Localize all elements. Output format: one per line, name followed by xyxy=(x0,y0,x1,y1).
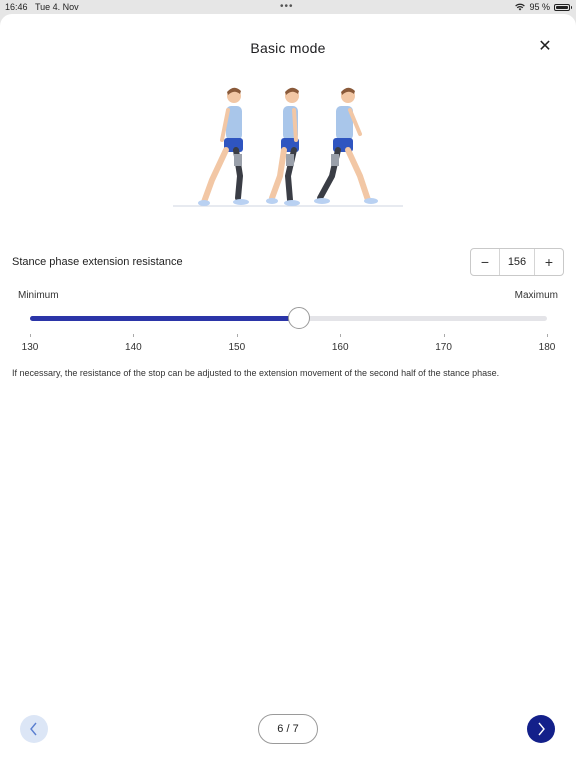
page-title: Basic mode xyxy=(250,40,326,56)
close-icon[interactable]: ✕ xyxy=(536,38,554,56)
slider-tick xyxy=(30,334,31,337)
status-bar: 16:46 Tue 4. Nov ••• 95 % xyxy=(0,0,576,14)
status-right: 95 % xyxy=(515,2,572,12)
wifi-icon xyxy=(515,3,526,11)
walking-prosthesis-illustration xyxy=(173,87,403,207)
increment-button[interactable]: + xyxy=(535,249,563,275)
battery-icon xyxy=(554,3,572,11)
status-time: 16:46 xyxy=(5,2,28,12)
stepper-value[interactable]: 156 xyxy=(499,249,535,275)
decrement-button[interactable]: − xyxy=(471,249,499,275)
resistance-stepper: − 156 + xyxy=(470,248,564,276)
slider-tick xyxy=(547,334,548,337)
slider-tick xyxy=(133,334,135,337)
slider-tick-label: 160 xyxy=(331,342,349,353)
previous-button[interactable] xyxy=(20,715,48,743)
chevron-right-icon xyxy=(538,722,545,736)
slider-tick-label: 180 xyxy=(538,342,556,353)
slider-tick-label: 140 xyxy=(125,342,142,353)
chevron-left-icon xyxy=(30,722,37,736)
slider-track[interactable] xyxy=(30,307,547,329)
modal-sheet: Basic mode ✕ Stance phase extension resi… xyxy=(0,14,576,768)
slider-max-label: Maximum xyxy=(514,290,558,301)
status-date: Tue 4. Nov xyxy=(35,2,79,12)
next-button[interactable] xyxy=(527,715,555,743)
slider-tick-label: 170 xyxy=(435,342,452,353)
slider-fill xyxy=(30,316,299,321)
slider-min-label: Minimum xyxy=(18,290,59,301)
slider-tick-label: 130 xyxy=(21,342,39,353)
page-indicator: 6 / 7 xyxy=(258,714,318,744)
multitasking-dots-icon[interactable]: ••• xyxy=(280,1,294,12)
setting-description: If necessary, the resistance of the stop… xyxy=(12,368,500,378)
slider-thumb[interactable] xyxy=(287,307,310,329)
setting-label: Stance phase extension resistance xyxy=(12,256,183,268)
slider-tick-label: 150 xyxy=(228,342,246,353)
battery-percent: 95 % xyxy=(529,2,550,12)
slider-tick xyxy=(443,334,445,337)
slider-tick xyxy=(236,334,238,337)
slider-ticks: 130 140 150 160 170 180 xyxy=(22,334,555,364)
slider-tick xyxy=(340,334,342,337)
